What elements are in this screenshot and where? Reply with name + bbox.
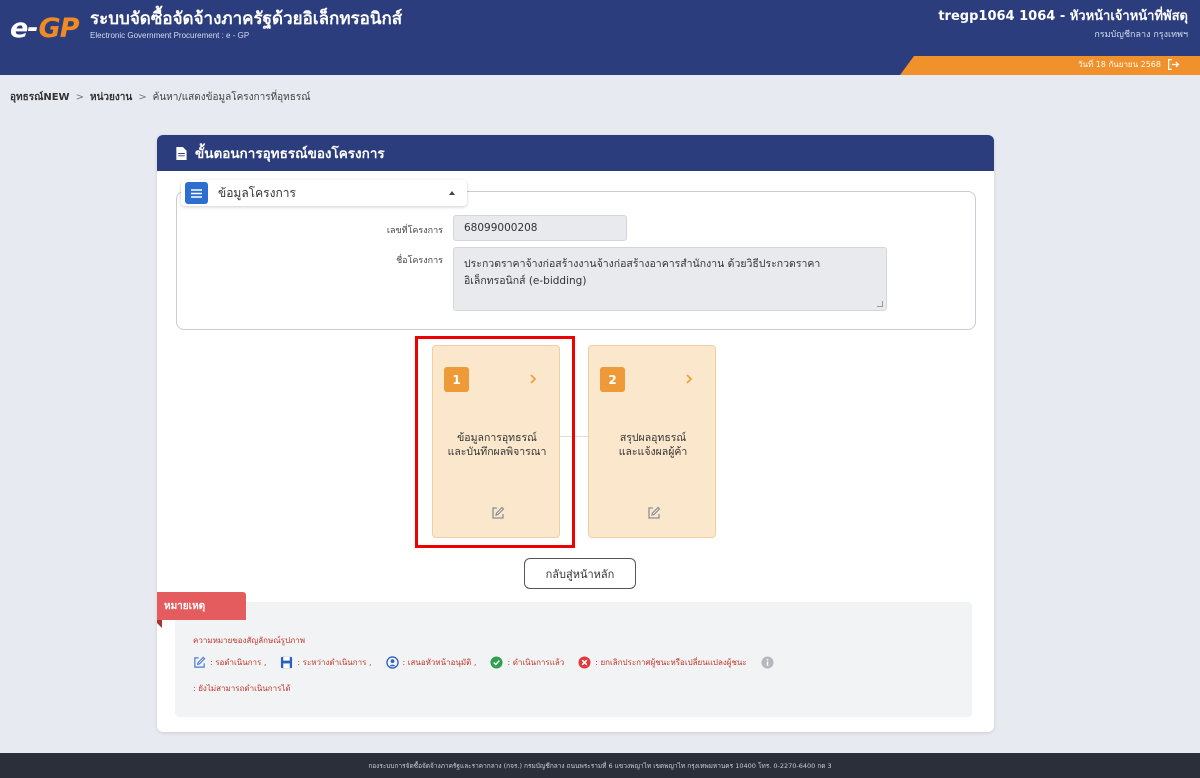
site-title: ระบบจัดซื้อจัดจ้างภาครัฐด้วยอิเล็กทรอนิก… [90, 9, 403, 29]
back-to-home-button[interactable]: กลับสู่หน้าหลัก [524, 558, 636, 589]
top-header: e- GP ระบบจัดซื้อจัดจ้างภาครัฐด้วยอิเล็ก… [0, 0, 1200, 56]
breadcrumb-appeal[interactable]: อุทธรณ์NEW [10, 90, 70, 105]
highlight-box [415, 336, 575, 548]
edit-icon [194, 656, 206, 668]
note-heading: ความหมายของสัญลักษณ์รูปภาพ [193, 636, 306, 645]
card-title: ขั้นตอนการอุทธรณ์ของโครงการ [195, 146, 385, 162]
check-circle-icon [490, 656, 504, 669]
step-label-line1: สรุปผลอุทธรณ์ [619, 432, 687, 444]
user-org: กรมบัญชีกลาง กรุงเทพฯ [1094, 30, 1188, 40]
date-area: วันที่ 18 กันยายน 2568 [1078, 58, 1180, 71]
logo-e-text: e- [10, 12, 39, 44]
project-name-label: ชื่อโครงการ [396, 256, 443, 266]
cancel-circle-icon [578, 656, 591, 669]
project-name-field[interactable]: ประกวดราคาจ้างก่อสร้างงานจ้างก่อสร้างอาค… [453, 247, 887, 311]
user-info: tregp1064 1064 - หัวหน้าเจ้าหน้าที่พัสดุ… [938, 8, 1188, 41]
ribbon-fold [157, 620, 162, 628]
step-label-line2: และแจ้งผลผู้ค้า [618, 446, 688, 458]
note-box: หมายเหตุ ความหมายของสัญลักษณ์รูปภาพ : รอ… [157, 592, 972, 717]
egp-logo[interactable]: e- GP [10, 8, 80, 48]
note-ribbon: หมายเหตุ [157, 592, 246, 620]
save-icon [281, 656, 293, 669]
project-number-label: เลขที่โครงการ [386, 226, 443, 236]
step-label: สรุปผลอุทธรณ์ และแจ้งผลผู้ค้า [589, 431, 717, 459]
breadcrumb-agency[interactable]: หน่วยงาน [90, 90, 132, 105]
breadcrumb-current: ค้นหา/แสดงข้อมูลโครงการที่อุทธรณ์ [152, 92, 311, 103]
chevron-right-icon [686, 374, 693, 384]
legend-text: : ยกเลิกประกาศผู้ชนะหรือเปลี่ยนแปลงผู้ชน… [595, 658, 747, 667]
logout-icon[interactable] [1167, 58, 1180, 71]
logo-gp-text: GP [38, 12, 80, 44]
appeal-steps-card: ขั้นตอนการอุทธรณ์ของโครงการ ข้อมูลโครงกา… [157, 135, 994, 732]
project-name-text: ประกวดราคาจ้างก่อสร้างงานจ้างก่อสร้างอาค… [464, 258, 821, 287]
breadcrumb: อุทธรณ์NEW > หน่วยงาน > ค้นหา/แสดงข้อมูล… [10, 90, 311, 105]
icon-legend: : รอดำเนินการ , : ระหว่างดำเนินการ , : เ… [193, 656, 963, 669]
edit-icon[interactable] [647, 506, 661, 520]
user-icon [385, 656, 399, 669]
step-number: 2 [600, 367, 625, 392]
brand: ระบบจัดซื้อจัดจ้างภาครัฐด้วยอิเล็กทรอนิก… [90, 8, 402, 40]
legend-text: : ระหว่างดำเนินการ , [297, 658, 372, 667]
breadcrumb-separator: > [75, 92, 84, 103]
list-icon [185, 182, 208, 204]
document-icon [176, 146, 187, 160]
legend-text: : เสนอหัวหน้าอนุมัติ , [402, 658, 477, 667]
legend-text: : รอดำเนินการ , [210, 658, 267, 667]
site-subtitle: Electronic Government Procurement : e - … [90, 31, 250, 40]
legend-last-line: : ยังไม่สามารถดำเนินการได้ [193, 684, 291, 693]
card-header: ขั้นตอนการอุทธรณ์ของโครงการ [157, 135, 994, 171]
sub-header: วันที่ 18 กันยายน 2568 [0, 56, 1200, 75]
footer: กองระบบการจัดซื้อจัดจ้างภาครัฐและราคากลา… [0, 753, 1200, 778]
step-card-2[interactable]: 2 สรุปผลอุทธรณ์ และแจ้งผลผู้ค้า [588, 345, 716, 538]
project-number-field[interactable]: 68099000208 [453, 215, 627, 241]
user-name[interactable]: tregp1064 1064 - หัวหน้าเจ้าหน้าที่พัสดุ [938, 8, 1188, 26]
collapse-caret-icon[interactable] [449, 191, 455, 195]
current-date: วันที่ 18 กันยายน 2568 [1077, 60, 1161, 69]
legend-text: : ดำเนินการแล้ว [507, 658, 565, 667]
project-info-toggle[interactable]: ข้อมูลโครงการ [181, 180, 467, 206]
resize-grip-icon[interactable] [877, 301, 883, 307]
breadcrumb-separator: > [138, 92, 147, 103]
project-info-label: ข้อมูลโครงการ [218, 185, 296, 200]
info-circle-icon [761, 656, 774, 669]
